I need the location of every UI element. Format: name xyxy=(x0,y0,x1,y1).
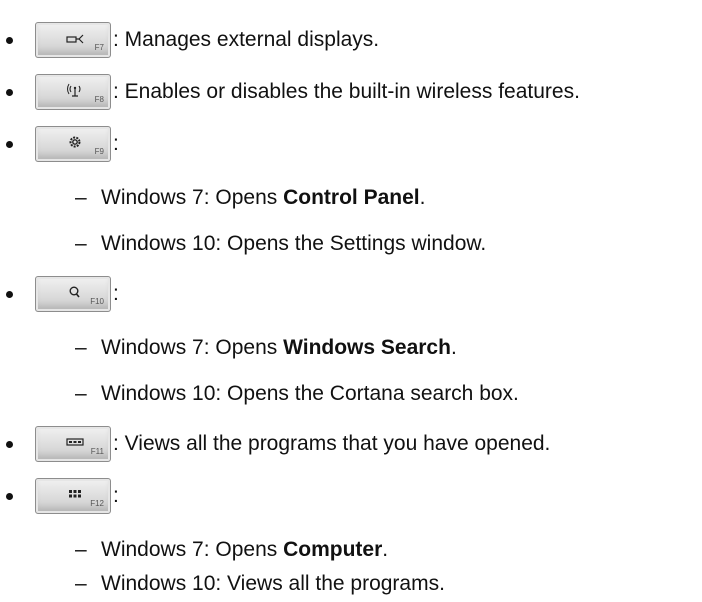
display-switch-icon xyxy=(66,34,84,44)
key-f12-label: F12 xyxy=(90,499,104,508)
page: { "items": [ { "key_label": "F7", "icon"… xyxy=(0,0,702,602)
key-f11-label: F11 xyxy=(90,447,104,456)
apps-grid-icon xyxy=(69,490,81,498)
key-f7: F7 xyxy=(35,22,111,58)
key-f8: F8 xyxy=(35,74,111,110)
key-f7-label: F7 xyxy=(94,43,104,52)
bullet xyxy=(6,89,13,96)
settings-gear-icon xyxy=(69,136,81,148)
key-f10: F10 xyxy=(35,276,111,312)
item-description: : Enables or disables the built-in wirel… xyxy=(113,80,580,103)
key-f10-label: F10 xyxy=(90,297,104,306)
item-description: : xyxy=(113,132,119,155)
wireless-icon xyxy=(67,83,81,97)
dash: – xyxy=(75,382,87,405)
dash: – xyxy=(75,336,87,359)
sub-item-text: Windows 10: Views all the programs. xyxy=(101,572,445,595)
dash: – xyxy=(75,232,87,255)
sub-item-text: Windows 10: Opens the Cortana search box… xyxy=(101,382,519,405)
sub-item-text: Windows 10: Opens the Settings window. xyxy=(101,232,487,255)
key-f12: F12 xyxy=(35,478,111,514)
bullet xyxy=(6,141,13,148)
sub-item-text: Windows 7: Opens Control Panel. xyxy=(101,186,426,209)
key-f9-label: F9 xyxy=(94,147,104,156)
bullet xyxy=(6,291,13,298)
item-description: : Views all the programs that you have o… xyxy=(113,432,551,455)
dash: – xyxy=(75,186,87,209)
dash: – xyxy=(75,572,87,595)
dash: – xyxy=(75,538,87,561)
bullet xyxy=(6,493,13,500)
search-icon xyxy=(69,286,80,298)
bullet xyxy=(6,441,13,448)
item-description: : xyxy=(113,282,119,305)
task-view-icon xyxy=(66,438,84,446)
sub-item-text: Windows 7: Opens Windows Search. xyxy=(101,336,457,359)
item-description: : Manages external displays. xyxy=(113,28,380,51)
key-f11: F11 xyxy=(35,426,111,462)
key-f8-label: F8 xyxy=(94,95,104,104)
key-f9: F9 xyxy=(35,126,111,162)
item-description: : xyxy=(113,484,119,507)
sub-item-text: Windows 7: Opens Computer. xyxy=(101,538,389,561)
bullet xyxy=(6,37,13,44)
